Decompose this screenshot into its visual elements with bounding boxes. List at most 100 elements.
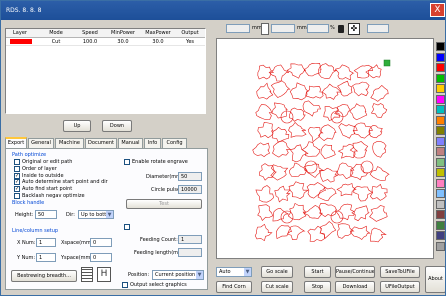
- cut-path: [256, 82, 274, 100]
- height-input[interactable]: 50: [35, 210, 57, 219]
- color-swatch[interactable]: [436, 63, 445, 72]
- color-swatch[interactable]: [436, 52, 445, 62]
- feeding-checkbox[interactable]: [124, 224, 130, 230]
- bestrewing-breadth-button[interactable]: Bestrewing breadth...: [11, 270, 77, 282]
- table-row[interactable]: Cut 100.0 30.0 30.0 Yes: [6, 38, 205, 46]
- rotate-engrave-checkbox[interactable]: [124, 159, 130, 165]
- color-swatch[interactable]: [436, 168, 445, 177]
- feeding-length-input[interactable]: [178, 248, 202, 257]
- color-swatch[interactable]: [436, 241, 445, 251]
- color-swatch[interactable]: [436, 189, 445, 198]
- circle-pulse-input[interactable]: 10000: [178, 185, 202, 194]
- save-to-ufile-button[interactable]: SaveToUFile: [380, 266, 420, 278]
- color-swatch[interactable]: [436, 231, 445, 240]
- line-column-group: Line/column setup: [12, 228, 59, 234]
- tab-manual[interactable]: Manual: [118, 138, 143, 148]
- cut-path: [353, 64, 373, 79]
- drawing-canvas[interactable]: [216, 38, 434, 259]
- option-checkbox[interactable]: [14, 159, 20, 165]
- lock-icon[interactable]: [338, 25, 344, 33]
- color-swatch[interactable]: [436, 84, 445, 93]
- center-icon[interactable]: ✜: [348, 23, 360, 35]
- color-swatch[interactable]: [436, 220, 445, 230]
- cut-path: [254, 223, 273, 242]
- stop-button[interactable]: Stop: [304, 281, 331, 293]
- cut-path: [337, 223, 355, 239]
- close-button[interactable]: X: [430, 3, 445, 17]
- tab-document[interactable]: Document: [85, 138, 117, 148]
- pos-x-input[interactable]: [226, 24, 250, 33]
- color-swatch[interactable]: [436, 147, 445, 156]
- cut-path: [349, 103, 368, 121]
- cut-path: [257, 204, 274, 222]
- cut-path: [369, 205, 388, 222]
- option-checkbox[interactable]: ✓: [14, 186, 20, 193]
- unit-pct-1: %: [330, 25, 335, 31]
- color-swatch[interactable]: [436, 126, 445, 135]
- array-grid-icon[interactable]: [81, 267, 93, 282]
- xnum-input[interactable]: 1: [36, 238, 56, 247]
- cut-path: [337, 143, 359, 159]
- cut-path: [337, 80, 353, 97]
- cut-circle: [304, 160, 318, 174]
- pos-y-input[interactable]: [271, 24, 295, 33]
- speed-input[interactable]: [367, 24, 389, 33]
- option-checkbox[interactable]: ✓: [14, 172, 20, 179]
- option-checkbox[interactable]: [14, 193, 20, 199]
- size-w-input[interactable]: [307, 24, 329, 33]
- diameter-input[interactable]: 50: [178, 172, 202, 181]
- color-swatch[interactable]: [436, 73, 445, 83]
- color-swatch[interactable]: [436, 178, 445, 188]
- cut-path: [288, 121, 307, 138]
- ufile-output-button[interactable]: UFileOutput: [380, 281, 420, 293]
- tab-config[interactable]: Config: [162, 138, 187, 148]
- main-window: RDS. 8. 8. 8 X Layer Mode Speed MinPower…: [0, 0, 446, 296]
- cut-path: [336, 183, 357, 197]
- color-swatch[interactable]: [436, 199, 445, 209]
- up-button[interactable]: Up: [63, 120, 91, 132]
- path-optimize-group: Path optimize: [12, 152, 47, 158]
- color-swatch[interactable]: [436, 157, 445, 167]
- tab-machine[interactable]: Machine: [55, 138, 84, 148]
- cut-path: [289, 82, 309, 101]
- yspace-input[interactable]: 0: [90, 253, 112, 262]
- array-h-icon[interactable]: H: [97, 267, 111, 282]
- col-mode: Mode: [49, 30, 63, 36]
- color-swatch[interactable]: [436, 42, 445, 51]
- color-swatch[interactable]: [436, 136, 445, 146]
- cut-path: [255, 185, 274, 203]
- feeding-count-input[interactable]: 1: [178, 235, 202, 244]
- mode-select[interactable]: Auto ▼: [216, 267, 252, 277]
- output-select-checkbox[interactable]: [122, 282, 128, 288]
- ynum-input[interactable]: 1: [36, 253, 56, 262]
- position-select[interactable]: Current position ▼: [152, 270, 204, 280]
- cut-scale-button[interactable]: Cut scale: [261, 281, 293, 293]
- about-button[interactable]: About: [425, 266, 445, 293]
- find-corn-button[interactable]: Find Corn: [216, 281, 252, 293]
- col-speed: Speed: [82, 30, 98, 36]
- color-swatch[interactable]: [436, 105, 445, 114]
- unit-mm-2: mm: [297, 25, 307, 31]
- anchor-icon[interactable]: [261, 23, 269, 35]
- go-scale-button[interactable]: Go scale: [261, 266, 293, 278]
- color-swatch[interactable]: [436, 94, 445, 104]
- color-swatch[interactable]: [436, 210, 445, 219]
- row-mode: Cut: [51, 39, 61, 45]
- color-swatch[interactable]: [436, 115, 445, 125]
- download-button[interactable]: Download: [335, 281, 375, 293]
- start-button[interactable]: Start: [304, 266, 331, 278]
- option-label: Auto determine start point and dir: [22, 179, 108, 186]
- xspace-input[interactable]: 0: [90, 238, 112, 247]
- cut-path: [307, 225, 326, 242]
- tab-general[interactable]: General: [28, 138, 54, 148]
- down-button[interactable]: Down: [102, 120, 132, 132]
- pause-continue-button[interactable]: Pause/Continue: [335, 266, 375, 278]
- cut-path: [306, 182, 326, 199]
- tab-info[interactable]: Info: [144, 138, 161, 148]
- layer-color-swatch: [10, 39, 32, 44]
- test-button[interactable]: Test: [126, 199, 202, 209]
- option-checkbox[interactable]: [14, 165, 20, 172]
- dir-select[interactable]: Up to bott ▼: [78, 210, 114, 219]
- option-checkbox[interactable]: ✓: [14, 179, 20, 186]
- color-palette: [435, 42, 445, 254]
